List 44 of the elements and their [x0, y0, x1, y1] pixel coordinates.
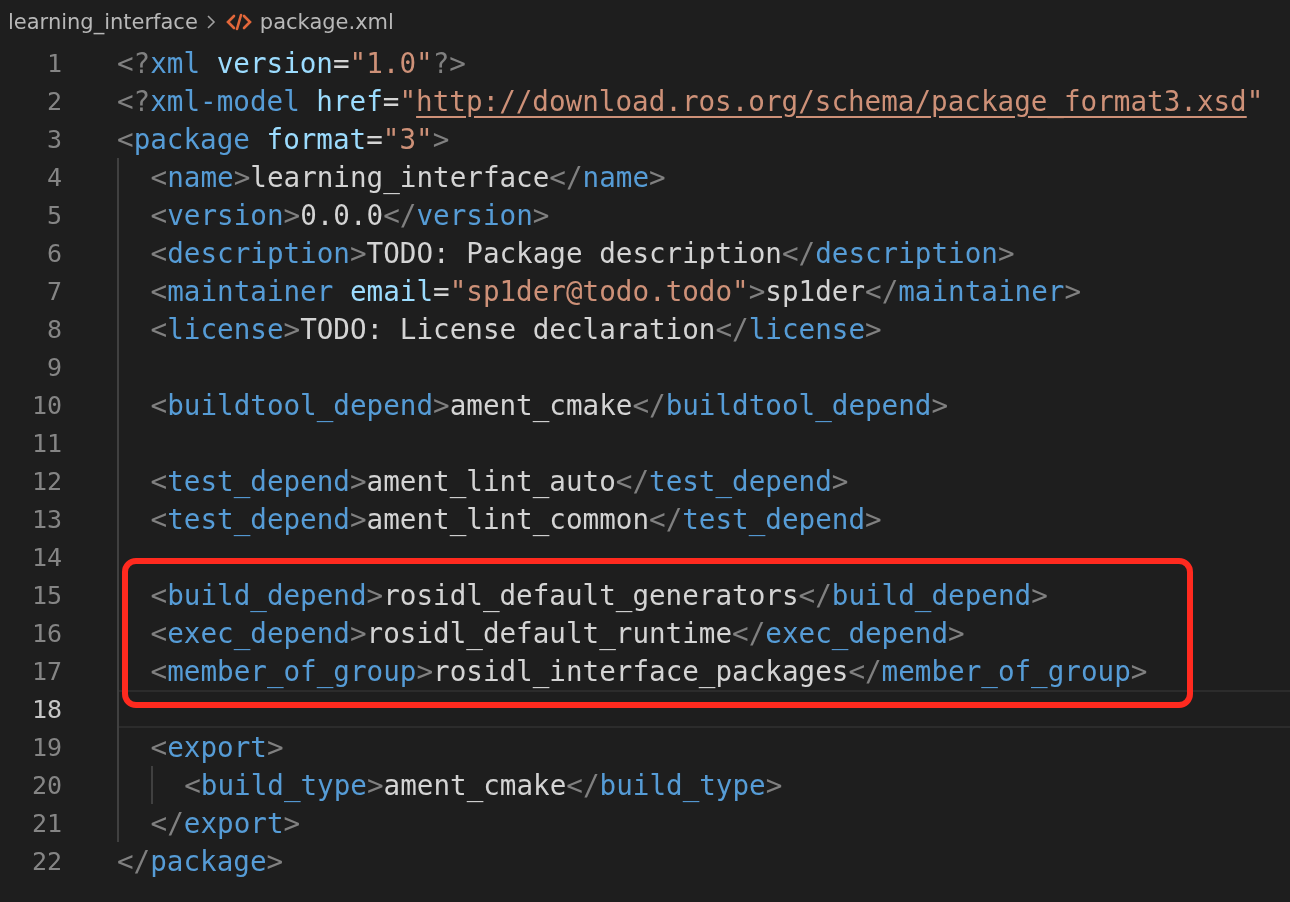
- line-number: 10: [30, 390, 62, 420]
- code-line: <exec_depend>rosidl_default_runtime</exec_depend>: [150, 616, 965, 650]
- line-number: 16: [30, 618, 62, 648]
- line-number: 13: [30, 504, 62, 534]
- line-number: 14: [30, 542, 62, 572]
- code-line: </export>: [150, 806, 301, 840]
- line-number: 11: [30, 428, 62, 458]
- line-number: 6: [45, 238, 62, 268]
- code-line: <package format="3">: [117, 122, 450, 156]
- line-number: 21: [30, 808, 62, 838]
- line-number: 22: [30, 846, 62, 876]
- code-line: <test_depend>ament_lint_auto</test_depend>: [150, 464, 849, 498]
- code-line: <test_depend>ament_lint_common</test_depend>: [150, 502, 882, 536]
- line-number: 8: [45, 314, 62, 344]
- line-number: 17: [30, 656, 62, 686]
- line-number: 19: [30, 732, 62, 762]
- code-line: <?xml version="1.0"?>: [117, 46, 466, 80]
- line-number: 5: [45, 200, 62, 230]
- line-number: 15: [30, 580, 62, 610]
- code-line: <description>TODO: Package description</description>: [150, 236, 1015, 270]
- code-line: <buildtool_depend>ament_cmake</buildtool_depend>: [150, 388, 949, 422]
- breadcrumb-folder[interactable]: learning_interface: [8, 10, 198, 34]
- line-number: 18: [30, 694, 62, 724]
- line-number: 9: [45, 352, 62, 382]
- code-line: <export>: [150, 730, 284, 764]
- line-number: 4: [45, 162, 62, 192]
- code-line: </package>: [117, 844, 284, 878]
- code-line: <build_type>ament_cmake</build_type>: [184, 768, 783, 802]
- code-file-icon: [225, 13, 252, 31]
- code-line: <maintainer email="sp1der@todo.todo">sp1der</maintainer>: [150, 274, 1081, 308]
- line-number: 3: [45, 124, 62, 154]
- chevron-right-icon: [205, 14, 216, 30]
- code-line: <version>0.0.0</version>: [150, 198, 550, 232]
- breadcrumb-file[interactable]: package.xml: [259, 10, 394, 34]
- line-number: 20: [30, 770, 62, 800]
- line-number: 2: [45, 86, 62, 116]
- code-line: <build_depend>rosidl_default_generators</build_depend>: [150, 578, 1048, 612]
- code-line: <?xml-model href="http://download.ros.org/schema/package_format3.xsd": [117, 84, 1264, 118]
- code-line: <license>TODO: License declaration</license>: [150, 312, 882, 346]
- line-number: 7: [45, 276, 62, 306]
- code-line: <member_of_group>rosidl_interface_packages</member_of_group>: [150, 654, 1148, 688]
- line-number: 12: [30, 466, 62, 496]
- code-line: <name>learning_interface</name>: [150, 160, 666, 194]
- line-number: 1: [45, 48, 62, 78]
